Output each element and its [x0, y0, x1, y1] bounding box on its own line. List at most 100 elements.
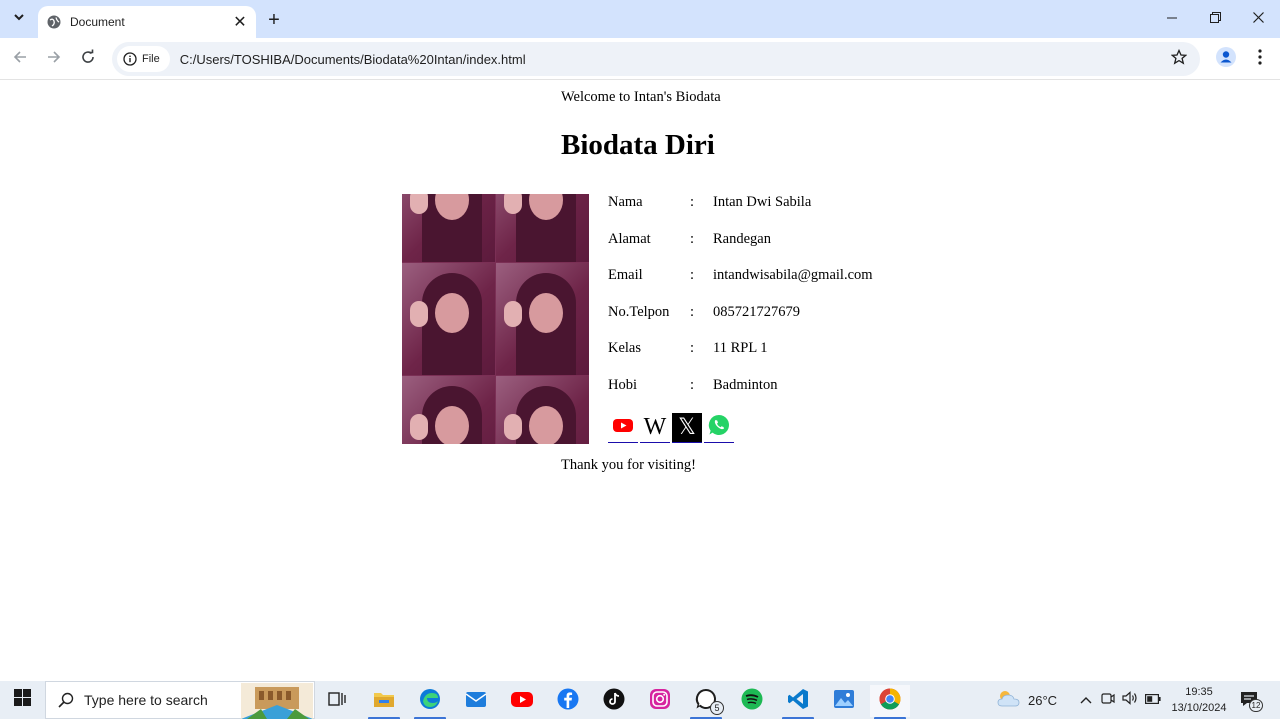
search-placeholder: Type here to search — [84, 692, 208, 708]
browser-tab[interactable]: Document ✕ — [38, 6, 256, 38]
biodata-value: 085721727679 — [713, 303, 800, 320]
welcome-text: Welcome to Intan's Biodata — [561, 89, 721, 105]
chevron-up-icon — [1080, 691, 1092, 709]
notification-center-button[interactable]: 12 — [1238, 689, 1263, 712]
facebook-button[interactable] — [548, 685, 588, 717]
restore-button[interactable] — [1193, 0, 1237, 38]
spotify-button[interactable] — [732, 685, 772, 717]
notification-count: 12 — [1249, 699, 1263, 712]
web-page: Welcome to Intan's Biodata Biodata Diri … — [0, 81, 1280, 681]
back-button[interactable] — [8, 47, 32, 71]
speaker-icon — [1122, 690, 1138, 710]
reload-button[interactable] — [76, 47, 100, 71]
tiktok-icon — [603, 688, 625, 715]
biodata-label: Email — [608, 267, 643, 284]
battery-icon — [1145, 691, 1161, 709]
x-link[interactable]: 𝕏 — [672, 413, 702, 443]
youtube-icon — [510, 690, 534, 713]
info-icon — [123, 52, 137, 66]
windows-icon — [14, 689, 31, 711]
clock-time: 19:35 — [1185, 686, 1213, 698]
biodata-label: No.Telpon — [608, 303, 670, 320]
clock[interactable]: 19:35 13/10/2024 — [1168, 684, 1230, 716]
edge-icon — [419, 688, 441, 715]
biodata-separator: : — [690, 303, 695, 320]
reload-icon — [80, 49, 96, 70]
file-explorer-button[interactable] — [364, 685, 404, 719]
social-links: W 𝕏 — [608, 413, 736, 443]
biodata-value: Randegan — [713, 230, 771, 247]
biodata-value: intandwisabila@gmail.com — [713, 267, 873, 284]
biodata-value: Badminton — [713, 376, 778, 393]
arrow-left-icon — [12, 49, 28, 70]
more-vert-icon — [1258, 48, 1262, 70]
site-chip-label: File — [142, 53, 160, 65]
photos-icon — [833, 689, 855, 714]
task-view-icon — [328, 691, 346, 712]
page-title: Biodata Diri — [561, 129, 715, 161]
edge-button[interactable] — [410, 685, 450, 719]
mail-button[interactable] — [456, 685, 496, 717]
globe-icon — [47, 15, 61, 29]
whatsapp-app-button[interactable]: 5 — [686, 685, 726, 719]
vscode-button[interactable] — [778, 685, 818, 719]
whatsapp-icon — [707, 413, 731, 442]
arrow-right-icon — [46, 49, 62, 70]
folder-icon — [373, 690, 395, 713]
mail-icon — [465, 690, 487, 713]
tab-search-button[interactable] — [7, 7, 31, 31]
biodata-value: 11 RPL 1 — [713, 340, 768, 357]
biodata-separator: : — [690, 267, 695, 284]
show-hidden-icons-button[interactable] — [1077, 691, 1095, 709]
profile-button[interactable] — [1214, 46, 1238, 71]
biodata-label: Nama — [608, 194, 643, 210]
cloud-sun-icon — [996, 688, 1022, 713]
close-window-button[interactable] — [1236, 0, 1280, 38]
wikipedia-icon: W — [643, 414, 667, 440]
profile-photo — [402, 194, 589, 444]
minimize-button[interactable] — [1150, 0, 1194, 38]
whatsapp-link[interactable] — [704, 413, 734, 443]
clock-date: 13/10/2024 — [1171, 702, 1227, 714]
youtube-app-button[interactable] — [502, 685, 542, 717]
wikipedia-link[interactable]: W — [640, 413, 670, 443]
taskbar-search[interactable]: Type here to search — [45, 681, 315, 719]
site-info-chip[interactable]: File — [117, 46, 170, 72]
browser-toolbar: File C:/Users/TOSHIBA/Documents/Biodata%… — [0, 38, 1280, 80]
chrome-button[interactable] — [870, 685, 910, 719]
biodata-separator: : — [690, 376, 695, 393]
bookmark-button[interactable] — [1167, 47, 1191, 71]
photos-button[interactable] — [824, 685, 864, 717]
start-button[interactable] — [0, 681, 45, 719]
camera-icon — [1101, 691, 1115, 710]
biodata-separator: : — [690, 230, 695, 247]
task-view-button[interactable] — [317, 685, 357, 717]
unread-badge: 5 — [710, 701, 724, 715]
vscode-icon — [787, 688, 809, 715]
weather-widget[interactable]: 26°C — [996, 681, 1057, 719]
volume-button[interactable] — [1121, 690, 1139, 710]
biodata-label: Hobi — [608, 376, 637, 393]
youtube-link[interactable] — [608, 413, 638, 443]
tab-strip: Document ✕ + — [0, 0, 1280, 38]
instagram-button[interactable] — [640, 685, 680, 717]
browser-menu-button[interactable] — [1248, 47, 1272, 71]
biodata-value: Intan Dwi Sabila — [713, 194, 812, 210]
forward-button[interactable] — [42, 47, 66, 71]
biodata-separator: : — [690, 194, 695, 210]
meet-now-button[interactable] — [1099, 691, 1117, 709]
x-icon: 𝕏 — [678, 415, 696, 440]
instagram-icon — [649, 688, 671, 715]
tiktok-button[interactable] — [594, 685, 634, 717]
battery-button[interactable] — [1144, 691, 1162, 709]
new-tab-button[interactable]: + — [262, 8, 286, 32]
taskbar: Type here to search 5 26°C 19:35 13/10/2… — [0, 681, 1280, 719]
chrome-icon — [879, 688, 901, 715]
close-tab-icon[interactable]: ✕ — [230, 12, 250, 32]
search-icon — [58, 692, 74, 708]
close-icon — [1252, 10, 1264, 28]
youtube-icon — [612, 417, 634, 438]
url-text[interactable]: C:/Users/TOSHIBA/Documents/Biodata%20Int… — [180, 52, 526, 67]
address-bar[interactable]: File C:/Users/TOSHIBA/Documents/Biodata%… — [112, 42, 1200, 76]
spotify-icon — [741, 688, 763, 715]
